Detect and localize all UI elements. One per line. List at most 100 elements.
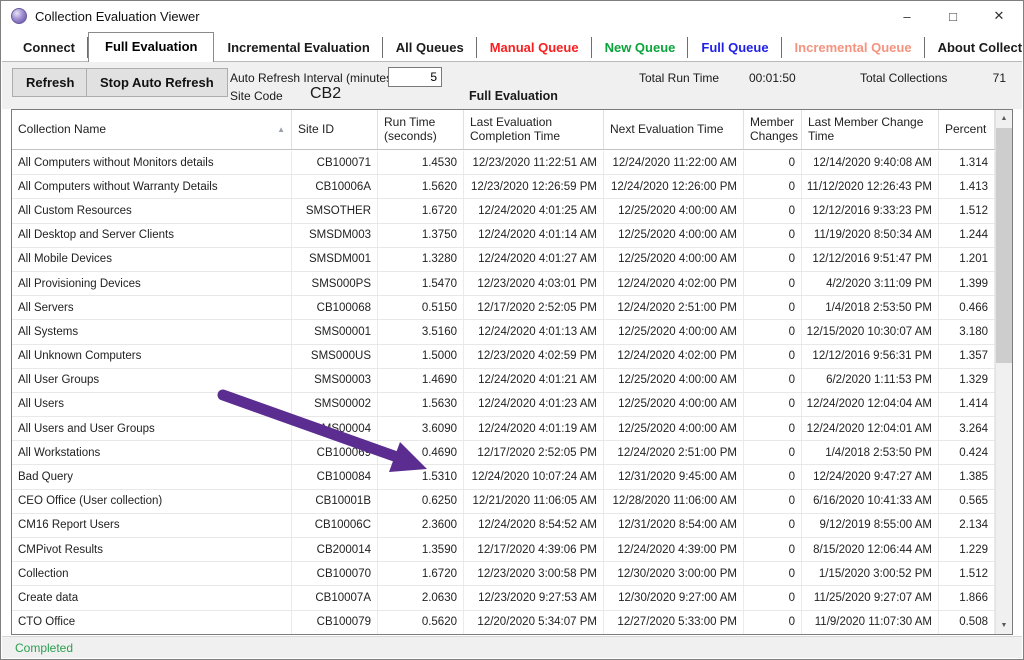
cell-next-evaluation-time: 12/25/2020 4:00:00 AM [604, 369, 744, 392]
column-header-last-evaluation-completion-time[interactable]: Last Evaluation Completion Time [464, 110, 604, 149]
cell-site-id: CB10006A [292, 175, 378, 198]
table-row[interactable]: All Custom ResourcesSMSOTHER1.672012/24/… [12, 199, 995, 223]
table-row[interactable]: All Unknown ComputersSMS000US1.500012/23… [12, 345, 995, 369]
column-header-collection-name[interactable]: Collection Name▲ [12, 110, 292, 149]
table-row[interactable]: Create dataCB10007A2.063012/23/2020 9:27… [12, 586, 995, 610]
vertical-scrollbar[interactable]: ▲ ▼ [995, 110, 1012, 634]
close-icon[interactable]: ✕ [976, 1, 1022, 31]
table-row[interactable]: All User GroupsSMS000031.469012/24/2020 … [12, 369, 995, 393]
tab-full-queue[interactable]: Full Queue [688, 35, 781, 60]
cell-percent: 3.180 [939, 320, 995, 343]
cell-site-id: CB10006C [292, 514, 378, 537]
cell-percent: 1.244 [939, 224, 995, 247]
cell-run-time-seconds: 1.5470 [378, 272, 464, 295]
tab-about-collection-evaluation[interactable]: About Collection Evaluation [925, 35, 1024, 60]
cell-run-time-seconds: 0.5150 [378, 296, 464, 319]
table-row[interactable]: CEO Office (User collection)CB10001B0.62… [12, 490, 995, 514]
maximize-icon[interactable]: □ [930, 1, 976, 31]
table-row[interactable]: CollectionCB1000701.672012/23/2020 3:00:… [12, 562, 995, 586]
cell-next-evaluation-time: 12/27/2020 5:33:00 PM [604, 611, 744, 634]
table-row[interactable]: All Mobile DevicesSMSDM0011.328012/24/20… [12, 248, 995, 272]
collections-grid: Collection Name▲Site IDRun Time (seconds… [11, 109, 1013, 635]
cell-last-evaluation-completion-time: 12/24/2020 4:01:21 AM [464, 369, 604, 392]
table-row[interactable]: Bad QueryCB1000841.531012/24/2020 10:07:… [12, 465, 995, 489]
table-row[interactable]: CMPivot ResultsCB2000141.359012/17/2020 … [12, 538, 995, 562]
cell-run-time-seconds: 1.3750 [378, 224, 464, 247]
tab-incremental-queue[interactable]: Incremental Queue [782, 35, 925, 60]
column-header-run-time-seconds[interactable]: Run Time (seconds) [378, 110, 464, 149]
total-run-time-label: Total Run Time [639, 71, 719, 85]
cell-member-changes: 0 [744, 248, 802, 271]
tab-connect[interactable]: Connect [10, 35, 88, 60]
cell-last-evaluation-completion-time: 12/23/2020 4:03:01 PM [464, 272, 604, 295]
cell-last-evaluation-completion-time: 12/23/2020 9:27:53 AM [464, 586, 604, 609]
cell-next-evaluation-time: 12/25/2020 4:00:00 AM [604, 417, 744, 440]
refresh-button[interactable]: Refresh [12, 68, 88, 97]
cell-last-evaluation-completion-time: 12/23/2020 12:26:59 PM [464, 175, 604, 198]
status-text: Completed [15, 641, 73, 655]
table-row[interactable]: All ServersCB1000680.515012/17/2020 2:52… [12, 296, 995, 320]
cell-next-evaluation-time: 12/24/2020 2:51:00 PM [604, 441, 744, 464]
cell-member-changes: 0 [744, 175, 802, 198]
cell-collection-name: CMPivot Results [12, 538, 292, 561]
cell-last-evaluation-completion-time: 12/24/2020 8:54:52 AM [464, 514, 604, 537]
cell-last-member-change-time: 12/12/2016 9:33:23 PM [802, 199, 939, 222]
scroll-down-icon[interactable]: ▼ [996, 617, 1012, 634]
cell-site-id: SMSDM003 [292, 224, 378, 247]
cell-percent: 1.512 [939, 562, 995, 585]
auto-refresh-interval-input[interactable] [388, 67, 442, 87]
minimize-icon[interactable]: – [884, 1, 930, 31]
cell-next-evaluation-time: 12/28/2020 11:06:00 AM [604, 490, 744, 513]
column-header-percent[interactable]: Percent [939, 110, 995, 149]
table-row[interactable]: All Computers without Monitors detailsCB… [12, 151, 995, 175]
tab-manual-queue[interactable]: Manual Queue [477, 35, 592, 60]
cell-last-member-change-time: 11/12/2020 12:26:43 PM [802, 175, 939, 198]
cell-last-member-change-time: 1/4/2018 2:53:50 PM [802, 296, 939, 319]
column-header-label: Last Member Change Time [808, 116, 932, 144]
scroll-up-icon[interactable]: ▲ [996, 110, 1012, 127]
column-header-last-member-change-time[interactable]: Last Member Change Time [802, 110, 939, 149]
cell-next-evaluation-time: 12/31/2020 8:54:00 AM [604, 514, 744, 537]
cell-next-evaluation-time: 12/24/2020 11:22:00 AM [604, 151, 744, 174]
cell-run-time-seconds: 0.6250 [378, 490, 464, 513]
cell-collection-name: All Systems [12, 320, 292, 343]
table-row[interactable]: CTO OfficeCB1000790.562012/20/2020 5:34:… [12, 611, 995, 634]
cell-last-member-change-time: 1/4/2018 2:53:50 PM [802, 441, 939, 464]
scrollbar-thumb[interactable] [996, 128, 1012, 363]
stop-auto-refresh-button[interactable]: Stop Auto Refresh [86, 68, 228, 97]
table-row[interactable]: All SystemsSMS000013.516012/24/2020 4:01… [12, 320, 995, 344]
total-collections-value: 71 [993, 71, 1006, 85]
table-row[interactable]: CM16 Report UsersCB10006C2.360012/24/202… [12, 514, 995, 538]
cell-run-time-seconds: 0.4690 [378, 441, 464, 464]
table-row[interactable]: All Provisioning DevicesSMS000PS1.547012… [12, 272, 995, 296]
sort-ascending-icon: ▲ [277, 125, 285, 134]
cell-run-time-seconds: 1.5630 [378, 393, 464, 416]
cell-percent: 0.424 [939, 441, 995, 464]
cell-last-evaluation-completion-time: 12/23/2020 3:00:58 PM [464, 562, 604, 585]
column-header-member-changes[interactable]: Member Changes [744, 110, 802, 149]
tab-new-queue[interactable]: New Queue [592, 35, 689, 60]
cell-site-id: CB100084 [292, 465, 378, 488]
cell-member-changes: 0 [744, 586, 802, 609]
cell-site-id: CB100079 [292, 611, 378, 634]
table-row[interactable]: All Desktop and Server ClientsSMSDM0031.… [12, 224, 995, 248]
column-header-label: Run Time (seconds) [384, 116, 457, 144]
grid-body: All Computers without Monitors detailsCB… [12, 151, 995, 634]
table-row[interactable]: All UsersSMS000021.563012/24/2020 4:01:2… [12, 393, 995, 417]
table-row[interactable]: All Users and User GroupsSMS000043.60901… [12, 417, 995, 441]
column-header-site-id[interactable]: Site ID [292, 110, 378, 149]
cell-next-evaluation-time: 12/30/2020 9:27:00 AM [604, 586, 744, 609]
cell-next-evaluation-time: 12/24/2020 4:02:00 PM [604, 345, 744, 368]
table-row[interactable]: All Computers without Warranty DetailsCB… [12, 175, 995, 199]
tab-all-queues[interactable]: All Queues [383, 35, 477, 60]
cell-member-changes: 0 [744, 320, 802, 343]
cell-next-evaluation-time: 12/30/2020 3:00:00 PM [604, 562, 744, 585]
table-row[interactable]: All WorkstationsCB1000690.469012/17/2020… [12, 441, 995, 465]
tab-incremental-evaluation[interactable]: Incremental Evaluation [214, 35, 382, 60]
cell-last-evaluation-completion-time: 12/24/2020 4:01:27 AM [464, 248, 604, 271]
column-header-next-evaluation-time[interactable]: Next Evaluation Time [604, 110, 744, 149]
cell-last-member-change-time: 12/14/2020 9:40:08 AM [802, 151, 939, 174]
total-run-time-value: 00:01:50 [749, 71, 796, 85]
tab-full-evaluation[interactable]: Full Evaluation [88, 32, 214, 62]
cell-member-changes: 0 [744, 151, 802, 174]
